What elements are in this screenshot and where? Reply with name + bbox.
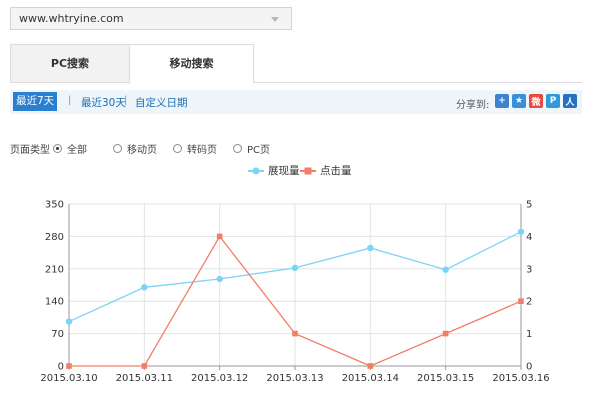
y-left-tick-label: 70 [51,329,64,340]
data-point [367,363,374,369]
y-right-tick-label: 2 [526,297,532,308]
x-tick-label: 2015.03.12 [191,373,248,384]
data-point [442,266,449,273]
data-point [442,330,449,337]
y-right-tick-label: 1 [526,329,532,340]
data-point [291,264,299,272]
x-tick-label: 2015.03.10 [40,373,97,384]
data-point [518,298,524,304]
y-left-tick-label: 140 [45,297,64,308]
data-point [216,275,223,283]
data-point [292,330,298,337]
y-left-tick-label: 210 [45,264,64,275]
data-point [141,284,148,291]
y-left-tick-label: 350 [45,200,64,211]
data-point [66,363,72,369]
y-left-tick-label: 280 [45,232,64,243]
x-tick-label: 2015.03.16 [492,373,549,384]
x-tick-label: 2015.03.11 [116,373,173,384]
y-left-tick-label: 0 [58,362,64,373]
data-point [141,363,148,369]
data-point [367,244,374,252]
x-tick-label: 2015.03.14 [342,373,399,384]
data-point [216,233,223,240]
y-right-tick-label: 3 [526,264,532,275]
x-tick-label: 2015.03.13 [266,373,323,384]
y-right-tick-label: 4 [526,232,532,243]
y-right-tick-label: 5 [526,200,532,211]
y-right-tick-label: 0 [526,362,532,373]
data-point [517,228,525,235]
x-tick-label: 2015.03.15 [417,373,474,384]
trend-chart: 0 0 70 1 140 2 210 3 280 4 350 5 2015.03.10 2015.03.1… [40,200,549,385]
data-point [65,318,73,325]
